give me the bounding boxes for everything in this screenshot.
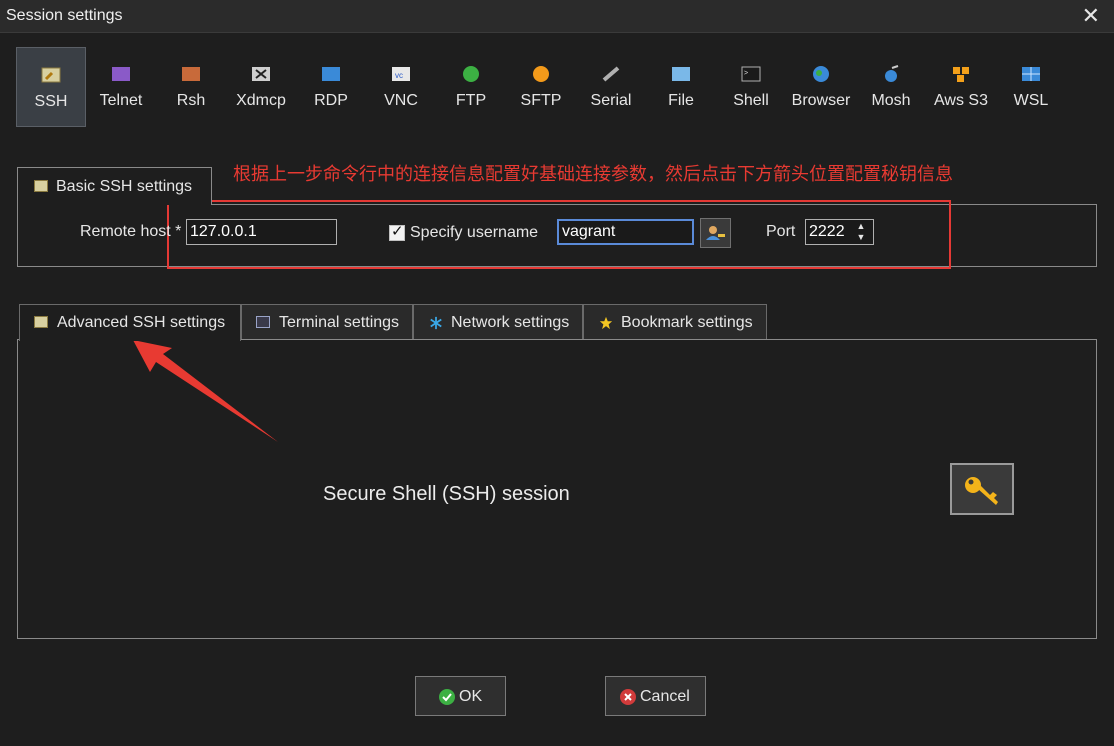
protocol-label: FTP xyxy=(455,92,487,109)
svg-text:vc: vc xyxy=(395,71,403,80)
protocol-shell-button[interactable]: > Shell xyxy=(716,47,786,127)
rsh-icon xyxy=(182,67,200,81)
tab-bookmark-settings[interactable]: Bookmark settings xyxy=(583,304,767,340)
protocol-aws-s3-button[interactable]: Aws S3 xyxy=(926,47,996,127)
protocol-vnc-button[interactable]: vc VNC xyxy=(366,47,436,127)
protocol-bar: SSH Telnet Rsh Xdmcp RDP vc VNC FTP SFTP Serial Fi… xyxy=(16,47,1076,129)
tab-label: Bookmark settings xyxy=(621,314,753,331)
tab-label: Terminal settings xyxy=(279,314,400,331)
protocol-label: Aws S3 xyxy=(934,92,988,109)
terminal-icon xyxy=(256,316,270,328)
protocol-wsl-button[interactable]: WSL xyxy=(996,47,1066,127)
tab-label: Advanced SSH settings xyxy=(57,314,226,331)
browser-icon xyxy=(813,66,829,82)
username-input[interactable] xyxy=(557,219,694,245)
protocol-label: Mosh xyxy=(871,92,911,109)
user-picker-button[interactable] xyxy=(700,218,731,248)
close-icon[interactable]: ✕ xyxy=(1082,4,1100,28)
cancel-icon xyxy=(620,689,636,705)
ok-button[interactable]: OK xyxy=(415,676,506,716)
tab-advanced-ssh-settings[interactable]: Advanced SSH settings xyxy=(19,304,241,341)
protocol-ftp-button[interactable]: FTP xyxy=(436,47,506,127)
ssh-icon xyxy=(41,67,61,83)
spin-down-icon[interactable]: ▼ xyxy=(852,232,870,243)
file-icon xyxy=(672,67,690,81)
svg-text:>: > xyxy=(744,70,748,77)
wsl-icon xyxy=(1022,67,1040,81)
tab-network-settings[interactable]: Network settings xyxy=(413,304,583,340)
remote-host-label: Remote host * xyxy=(80,223,182,240)
protocol-rsh-button[interactable]: Rsh xyxy=(156,47,226,127)
protocol-xdmcp-button[interactable]: Xdmcp xyxy=(226,47,296,127)
protocol-label: RDP xyxy=(314,92,348,109)
specify-username-checkbox[interactable]: ✓ xyxy=(389,223,405,241)
ftp-icon xyxy=(463,66,479,82)
specify-username-label: Specify username xyxy=(410,224,539,241)
protocol-label: Xdmcp xyxy=(236,92,286,109)
protocol-label: WSL xyxy=(1013,92,1049,109)
xdmcp-icon xyxy=(252,67,270,81)
protocol-label: Browser xyxy=(791,92,851,109)
protocol-browser-button[interactable]: Browser xyxy=(786,47,856,127)
protocol-label: File xyxy=(668,92,694,109)
spin-up-icon[interactable]: ▲ xyxy=(852,221,870,232)
cancel-label: Cancel xyxy=(640,688,690,705)
protocol-sftp-button[interactable]: SFTP xyxy=(506,47,576,127)
title-bar: Session settings ✕ xyxy=(0,0,1114,33)
checkmark-icon: ✓ xyxy=(391,223,404,240)
protocol-label: Telnet xyxy=(99,92,143,109)
protocol-mosh-button[interactable]: Mosh xyxy=(856,47,926,127)
wrench-icon xyxy=(34,316,48,328)
protocol-label: SSH xyxy=(34,93,68,110)
mosh-icon xyxy=(885,65,899,82)
protocol-label: SFTP xyxy=(520,92,562,109)
key-icon-box xyxy=(950,463,1014,515)
vnc-icon: vc xyxy=(392,67,410,81)
tab-label: Network settings xyxy=(451,314,570,331)
key-icon xyxy=(965,477,998,505)
star-icon xyxy=(599,316,613,330)
tab-terminal-settings[interactable]: Terminal settings xyxy=(241,304,413,340)
serial-icon xyxy=(602,66,620,82)
annotation-text: 根据上一步命令行中的连接信息配置好基础连接参数，然后点击下方箭头位置配置秘钥信息 xyxy=(233,164,953,185)
user-icon xyxy=(706,226,725,240)
protocol-rdp-button[interactable]: RDP xyxy=(296,47,366,127)
protocol-label: Shell xyxy=(733,92,769,109)
check-icon xyxy=(439,689,455,705)
telnet-icon xyxy=(112,67,130,81)
network-icon xyxy=(430,316,442,330)
protocol-label: Rsh xyxy=(176,92,206,109)
wrench-icon xyxy=(34,180,48,192)
rdp-icon xyxy=(322,67,340,81)
shell-icon: > xyxy=(741,66,761,82)
sftp-icon xyxy=(533,66,549,82)
protocol-ssh-button[interactable]: SSH xyxy=(16,47,86,127)
port-label: Port xyxy=(766,223,796,240)
protocol-label: Serial xyxy=(590,92,632,109)
session-description: Secure Shell (SSH) session xyxy=(323,483,570,505)
remote-host-input[interactable] xyxy=(186,219,337,245)
protocol-telnet-button[interactable]: Telnet xyxy=(86,47,156,127)
ok-label: OK xyxy=(459,688,483,705)
aws-s3-icon xyxy=(953,67,969,82)
protocol-file-button[interactable]: File xyxy=(646,47,716,127)
protocol-serial-button[interactable]: Serial xyxy=(576,47,646,127)
basic-ssh-settings-tab[interactable]: Basic SSH settings xyxy=(17,167,212,205)
window-title: Session settings xyxy=(6,7,123,24)
port-spinner[interactable]: ▲ ▼ xyxy=(852,221,870,245)
basic-ssh-settings-label: Basic SSH settings xyxy=(56,178,193,195)
cancel-button[interactable]: Cancel xyxy=(605,676,706,716)
protocol-label: VNC xyxy=(384,92,418,109)
